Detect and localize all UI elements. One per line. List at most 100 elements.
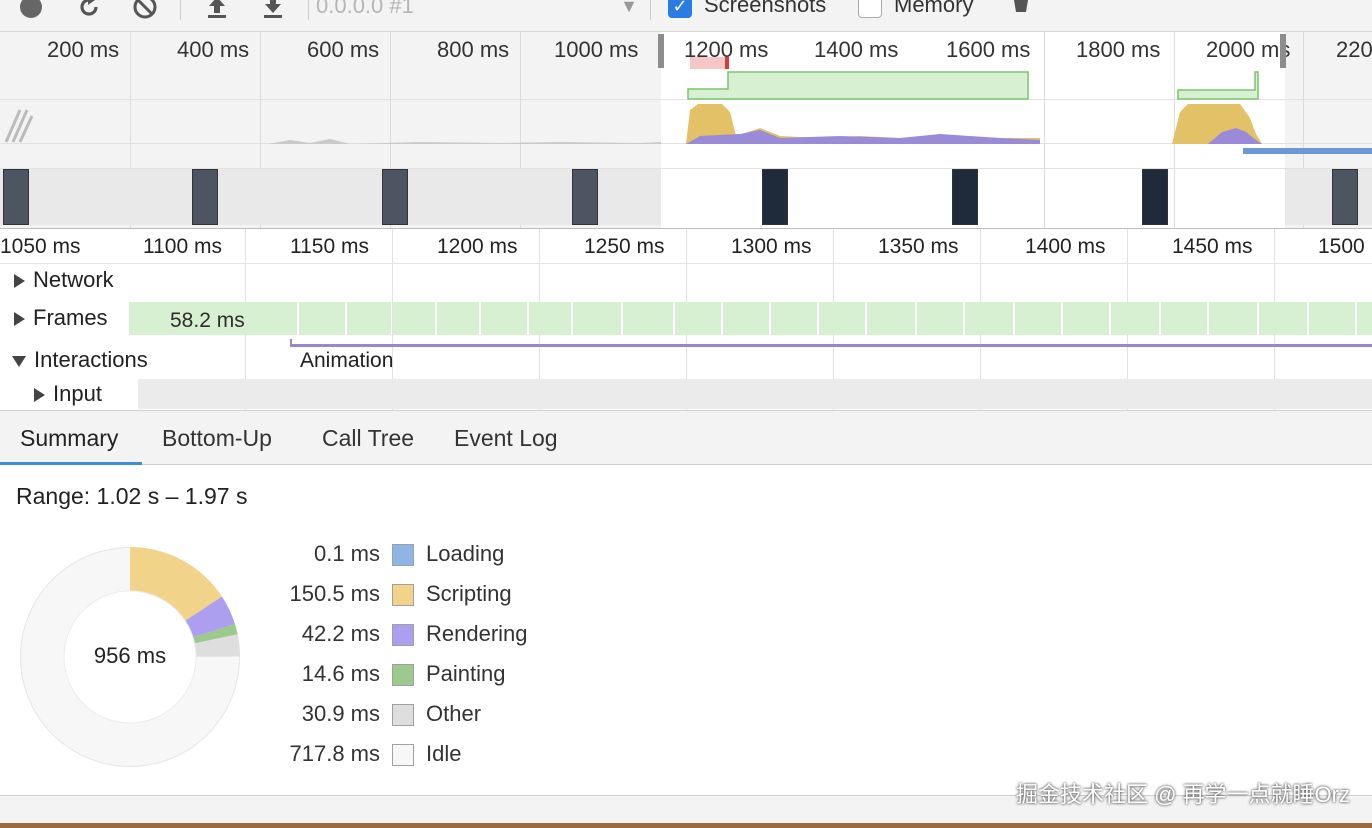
devtools-performance-panel: 0.0.0.0 #1 ▼ ✓ Screenshots Memory 200 ms… (0, 0, 1372, 828)
timeline-tick-label: 1150 ms (290, 235, 369, 258)
input-track-bar[interactable] (138, 379, 1372, 409)
frame-block[interactable] (771, 302, 817, 335)
frame-block[interactable] (1259, 302, 1307, 335)
ruler-divider (0, 263, 1372, 264)
screenshots-label: Screenshots (704, 0, 827, 17)
screenshot-thumbnail[interactable] (572, 169, 598, 225)
tab-bottom-up[interactable]: Bottom-Up (142, 411, 292, 465)
track-interactions-label: Interactions (34, 347, 148, 372)
toolbar-separator (650, 0, 651, 20)
legend-swatch (392, 624, 414, 646)
frame-block[interactable] (965, 302, 1013, 335)
screenshots-checkbox[interactable]: ✓ (668, 0, 692, 18)
total-time-label: 956 ms (93, 643, 167, 668)
memory-checkbox[interactable] (858, 0, 882, 18)
expand-arrow-icon (14, 312, 25, 327)
legend-value: 717.8 ms (289, 741, 381, 766)
timeline-tick-label: 1100 ms (143, 235, 222, 258)
timeline-tick-label: 1050 ms (0, 235, 81, 258)
screenshot-thumbnail[interactable] (952, 169, 978, 225)
screenshots-strip-dimmed (0, 169, 661, 225)
track-frames[interactable]: Frames (14, 305, 108, 331)
frame-block[interactable] (347, 302, 391, 335)
animation-bar[interactable] (290, 344, 1372, 347)
toolbar-separator (308, 0, 309, 20)
frame-block[interactable] (623, 302, 673, 335)
timeline-tick-label: 1300 ms (731, 235, 812, 258)
garbage-collect-icon[interactable] (1006, 0, 1036, 22)
timeline-tick-label: 1400 ms (1025, 235, 1106, 258)
chevron-down-icon: ▼ (620, 0, 638, 16)
legend-value: 30.9 ms (301, 701, 380, 726)
legend-label: Idle (426, 741, 462, 766)
frame-block[interactable] (1209, 302, 1257, 335)
clear-icon[interactable] (130, 0, 160, 22)
frame-block[interactable] (675, 302, 721, 335)
legend-label: Other (426, 701, 482, 726)
screenshot-thumbnail[interactable] (1332, 169, 1358, 225)
frame-block[interactable] (437, 302, 479, 335)
frame-block[interactable] (917, 302, 963, 335)
legend-label: Rendering (426, 621, 528, 646)
legend-swatch (392, 584, 414, 606)
frame-block[interactable] (1111, 302, 1159, 335)
download-icon[interactable] (258, 0, 288, 22)
frame-block[interactable] (1063, 302, 1109, 335)
selection-handle-left[interactable] (658, 34, 664, 68)
watermark: 掘金技术社区 @ 再学一点就睡Orz (1016, 782, 1350, 807)
screenshot-thumbnail[interactable] (1142, 169, 1168, 225)
memory-label: Memory (894, 0, 974, 17)
screenshot-thumbnail[interactable] (3, 169, 29, 225)
animation-label: Animation (300, 349, 394, 372)
timeline-tick-label: 1200 ms (437, 235, 518, 258)
legend-value: 0.1 ms (313, 541, 380, 566)
screenshot-thumbnail[interactable] (382, 169, 408, 225)
frame-block[interactable] (867, 302, 915, 335)
frame-block[interactable] (393, 302, 435, 335)
expand-arrow-icon (14, 274, 25, 289)
track-network-label: Network (33, 267, 114, 292)
legend-label: Painting (426, 661, 506, 686)
timeline-tick-label: 1450 ms (1172, 235, 1253, 258)
toolbar-separator (180, 0, 181, 20)
timeline-tick-label: 1250 ms (584, 235, 665, 258)
frame-block[interactable] (1309, 302, 1355, 335)
screenshot-thumbnail[interactable] (762, 169, 788, 225)
timeline-tick-label: 1350 ms (878, 235, 959, 258)
selection-handle-right[interactable] (1280, 34, 1286, 68)
track-input[interactable]: Input (34, 381, 102, 407)
track-network[interactable]: Network (14, 267, 114, 293)
hatch-marker (4, 109, 34, 143)
track-input-label: Input (53, 381, 102, 406)
record-icon[interactable] (16, 0, 46, 22)
frame-block[interactable] (723, 302, 769, 335)
legend-label: Loading (426, 541, 505, 566)
frame-block[interactable] (1015, 302, 1061, 335)
screenshots-strip-dimmed (1285, 169, 1372, 225)
screenshot-thumbnail[interactable] (192, 169, 218, 225)
tab-event-log[interactable]: Event Log (434, 411, 578, 465)
flame-chart-area[interactable]: 1050 ms 1100 ms 1150 ms 1200 ms 1250 ms 1300 … (0, 229, 1372, 411)
reload-icon[interactable] (74, 0, 104, 22)
background-strip (0, 823, 1372, 828)
tab-summary[interactable]: Summary (0, 411, 138, 465)
legend-swatch (392, 664, 414, 686)
legend-swatch (392, 704, 414, 726)
track-interactions[interactable]: Interactions (12, 347, 148, 373)
summary-pane: Range: 1.02 s – 1.97 s 956 ms 0.1 ms Load… (0, 465, 1372, 795)
frame-block[interactable] (1161, 302, 1207, 335)
frame-block[interactable] (481, 302, 527, 335)
range-label: Range: 1.02 s – 1.97 s (16, 483, 248, 509)
frame-block[interactable] (1357, 302, 1372, 335)
tab-call-tree[interactable]: Call Tree (302, 411, 434, 465)
frame-block[interactable] (299, 302, 345, 335)
frame-block[interactable] (819, 302, 865, 335)
frame-block[interactable] (529, 302, 571, 335)
timeline-overview[interactable]: 200 ms 400 ms 600 ms 800 ms 1000 ms 1200 ms 14… (0, 32, 1372, 229)
profile-select[interactable]: 0.0.0.0 #1 ▼ (316, 0, 642, 18)
upload-icon[interactable] (202, 0, 232, 22)
timeline-tick-label: 1500 (1318, 235, 1365, 258)
legend-label: Scripting (426, 581, 512, 606)
frame-block[interactable] (573, 302, 621, 335)
frames-track[interactable] (129, 302, 1372, 335)
